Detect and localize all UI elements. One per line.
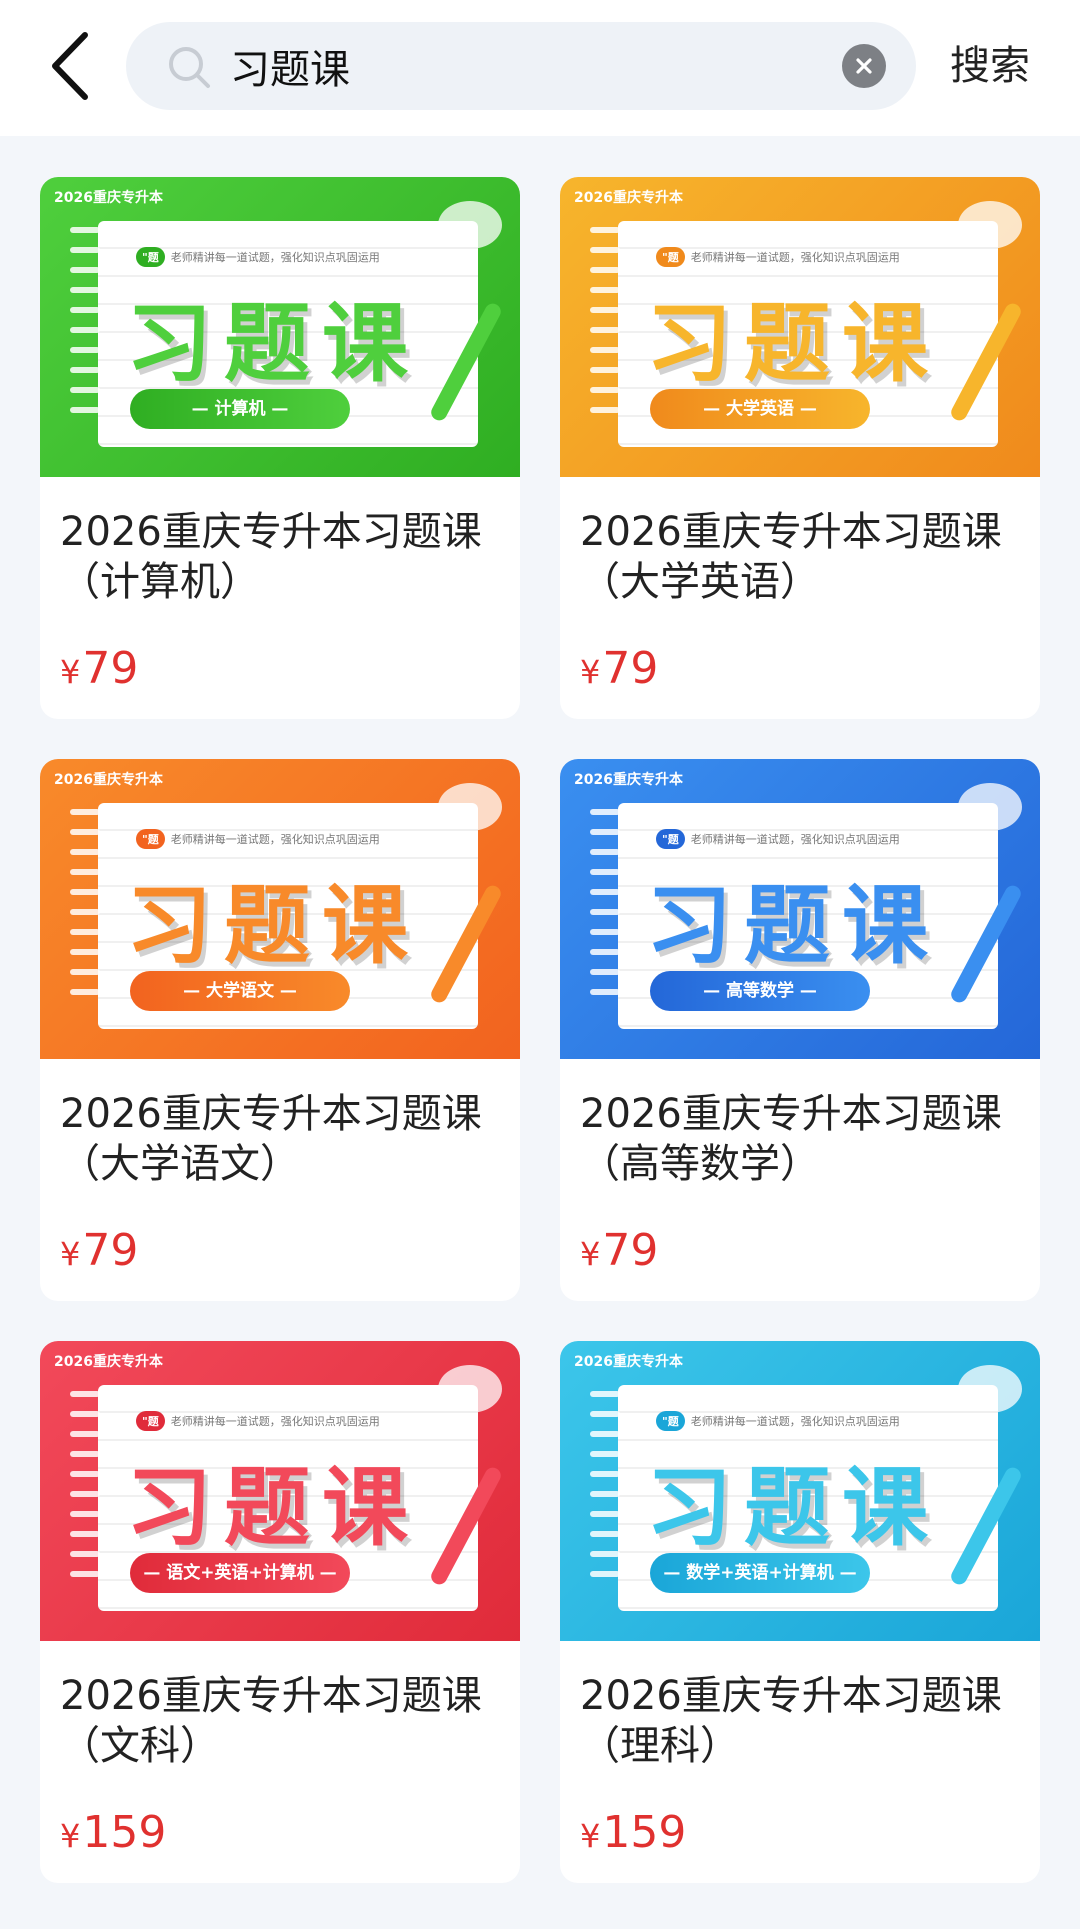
- cover-subject-pill: — 大学英语 —: [650, 389, 870, 429]
- clear-search-button[interactable]: [842, 44, 886, 88]
- product-title: 2026重庆专升本习题课 （大学语文）: [60, 1091, 482, 1187]
- product-cover-image: 2026重庆专升本 "题 老师精讲每一道试题，强化知识点巩固运用 习题课 — 高等…: [560, 759, 1040, 1059]
- product-price: ¥79: [580, 1225, 659, 1276]
- product-price: ¥159: [60, 1807, 167, 1858]
- product-title: 2026重庆专升本习题课 （文科）: [60, 1673, 482, 1769]
- product-cover-image: 2026重庆专升本 "题 老师精讲每一道试题，强化知识点巩固运用 习题课 — 大学…: [40, 759, 520, 1059]
- cover-title: 习题课: [646, 1458, 940, 1558]
- notebook-rings: [590, 809, 624, 1025]
- cover-brand: 2026重庆专升本: [54, 772, 163, 788]
- back-button[interactable]: [34, 24, 104, 108]
- cover-brand: 2026重庆专升本: [54, 190, 163, 206]
- product-price: ¥159: [580, 1807, 687, 1858]
- cover-tagline: "题 老师精讲每一道试题，强化知识点巩固运用: [136, 1411, 380, 1431]
- product-card[interactable]: 2026重庆专升本 "题 老师精讲每一道试题，强化知识点巩固运用 习题课 — 数学…: [560, 1341, 1040, 1883]
- notebook-rings: [70, 227, 104, 443]
- cover-subject-pill: — 高等数学 —: [650, 971, 870, 1011]
- cover-subject-pill: — 大学语文 —: [130, 971, 350, 1011]
- product-price: ¥79: [580, 643, 659, 694]
- cover-title: 习题课: [646, 294, 940, 394]
- cover-tagline: "题 老师精讲每一道试题，强化知识点巩固运用: [656, 1411, 900, 1431]
- search-input[interactable]: [230, 36, 790, 96]
- close-icon: [856, 58, 872, 74]
- cover-title: 习题课: [646, 876, 940, 976]
- cover-subject-pill: — 语文+英语+计算机 —: [130, 1553, 350, 1593]
- product-price: ¥79: [60, 1225, 139, 1276]
- cover-subject-pill: — 计算机 —: [130, 389, 350, 429]
- cover-brand: 2026重庆专升本: [574, 772, 683, 788]
- product-title: 2026重庆专升本习题课 （理科）: [580, 1673, 1002, 1769]
- product-card[interactable]: 2026重庆专升本 "题 老师精讲每一道试题，强化知识点巩固运用 习题课 — 语文…: [40, 1341, 520, 1883]
- search-icon: [169, 47, 210, 88]
- cover-tagline: "题 老师精讲每一道试题，强化知识点巩固运用: [656, 829, 900, 849]
- product-title: 2026重庆专升本习题课 （高等数学）: [580, 1091, 1002, 1187]
- cover-brand: 2026重庆专升本: [574, 190, 683, 206]
- notebook-rings: [70, 809, 104, 1025]
- product-card[interactable]: 2026重庆专升本 "题 老师精讲每一道试题，强化知识点巩固运用 习题课 — 高等…: [560, 759, 1040, 1301]
- cover-title: 习题课: [126, 1458, 420, 1558]
- product-card[interactable]: 2026重庆专升本 "题 老师精讲每一道试题，强化知识点巩固运用 习题课 — 大学…: [40, 759, 520, 1301]
- product-cover-image: 2026重庆专升本 "题 老师精讲每一道试题，强化知识点巩固运用 习题课 — 计算…: [40, 177, 520, 477]
- product-price: ¥79: [60, 643, 139, 694]
- notebook-rings: [590, 1391, 624, 1607]
- product-cover-image: 2026重庆专升本 "题 老师精讲每一道试题，强化知识点巩固运用 习题课 — 大学…: [560, 177, 1040, 477]
- cover-tagline: "题 老师精讲每一道试题，强化知识点巩固运用: [136, 829, 380, 849]
- cover-subject-pill: — 数学+英语+计算机 —: [650, 1553, 870, 1593]
- cover-title: 习题课: [126, 294, 420, 394]
- notebook-rings: [70, 1391, 104, 1607]
- product-title: 2026重庆专升本习题课 （大学英语）: [580, 509, 1002, 605]
- notebook-rings: [590, 227, 624, 443]
- search-bar: [126, 22, 916, 110]
- product-title: 2026重庆专升本习题课 （计算机）: [60, 509, 482, 605]
- product-cover-image: 2026重庆专升本 "题 老师精讲每一道试题，强化知识点巩固运用 习题课 — 语文…: [40, 1341, 520, 1641]
- product-card[interactable]: 2026重庆专升本 "题 老师精讲每一道试题，强化知识点巩固运用 习题课 — 大学…: [560, 177, 1040, 719]
- cover-title: 习题课: [126, 876, 420, 976]
- cover-tagline: "题 老师精讲每一道试题，强化知识点巩固运用: [136, 247, 380, 267]
- product-card[interactable]: 2026重庆专升本 "题 老师精讲每一道试题，强化知识点巩固运用 习题课 — 计算…: [40, 177, 520, 719]
- cover-brand: 2026重庆专升本: [54, 1354, 163, 1370]
- cover-brand: 2026重庆专升本: [574, 1354, 683, 1370]
- search-header: 搜索: [0, 0, 1080, 136]
- product-cover-image: 2026重庆专升本 "题 老师精讲每一道试题，强化知识点巩固运用 习题课 — 数学…: [560, 1341, 1040, 1641]
- cover-tagline: "题 老师精讲每一道试题，强化知识点巩固运用: [656, 247, 900, 267]
- chevron-left-icon: [52, 32, 88, 100]
- search-button[interactable]: 搜索: [950, 34, 1030, 98]
